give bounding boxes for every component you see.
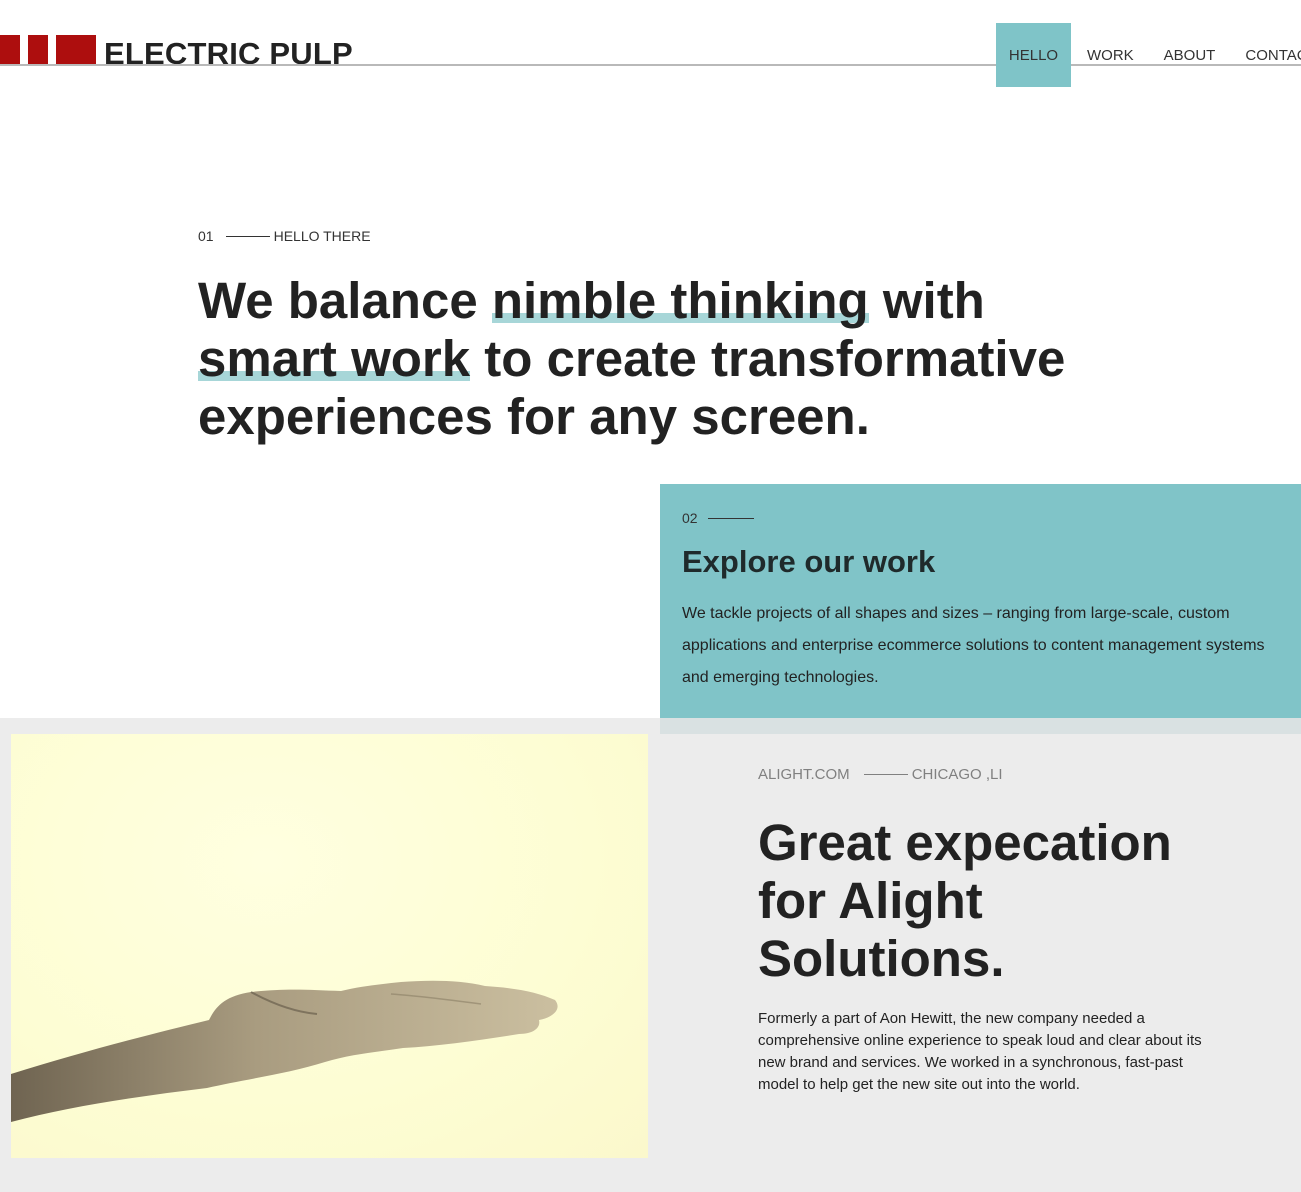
logo-bar-3 — [56, 35, 96, 65]
case-study-description: Formerly a part of Aon Hewitt, the new c… — [758, 1010, 1202, 1093]
logo-text[interactable]: ELECTRIC PULP — [104, 36, 353, 72]
eyebrow-rule — [863, 774, 908, 775]
case-study-title[interactable]: Great expecation for Alight Solutions. — [758, 814, 1238, 988]
hero-title: We balance nimble thinking with smart wo… — [198, 272, 1066, 445]
explore-card: 02 Explore our work We tackle projects o… — [660, 484, 1301, 718]
explore-eyebrow: 02 — [682, 510, 754, 526]
highlight-smart-work: smart work — [198, 330, 471, 387]
nav-work[interactable]: WORK — [1087, 23, 1134, 87]
case-study-image[interactable] — [11, 734, 648, 1158]
nav-hello[interactable]: HELLO — [996, 23, 1071, 87]
case-location: CHICAGO ,LI — [911, 766, 1003, 783]
explore-description: We tackle projects of all shapes and siz… — [682, 605, 1265, 686]
main-nav: HELLO WORK ABOUT CONTACT — [996, 23, 1301, 87]
case-study-eyebrow: ALIGHT.COM CHICAGO ,LI — [758, 766, 1003, 783]
open-hand-illustration — [11, 980, 558, 1122]
site-header: ELECTRIC PULP HELLO WORK ABOUT CONTACT — [0, 0, 1301, 90]
explore-section-number: 02 — [682, 510, 698, 526]
case-client: ALIGHT.COM — [758, 766, 850, 783]
card-shadow — [660, 718, 1301, 734]
highlight-nimble-thinking: nimble thinking — [491, 272, 869, 329]
eyebrow-rule — [225, 235, 270, 237]
logo-bar-2 — [28, 35, 48, 65]
logo-bar-1 — [0, 35, 20, 65]
hero-eyebrow: 01 HELLO THERE — [198, 228, 371, 244]
nav-about[interactable]: ABOUT — [1164, 23, 1216, 87]
explore-title[interactable]: Explore our work — [682, 544, 935, 580]
nav-contact[interactable]: CONTACT — [1245, 23, 1301, 87]
hero-eyebrow-label: HELLO THERE — [273, 228, 371, 244]
hero-section-number: 01 — [198, 228, 214, 244]
eyebrow-rule — [707, 517, 754, 519]
